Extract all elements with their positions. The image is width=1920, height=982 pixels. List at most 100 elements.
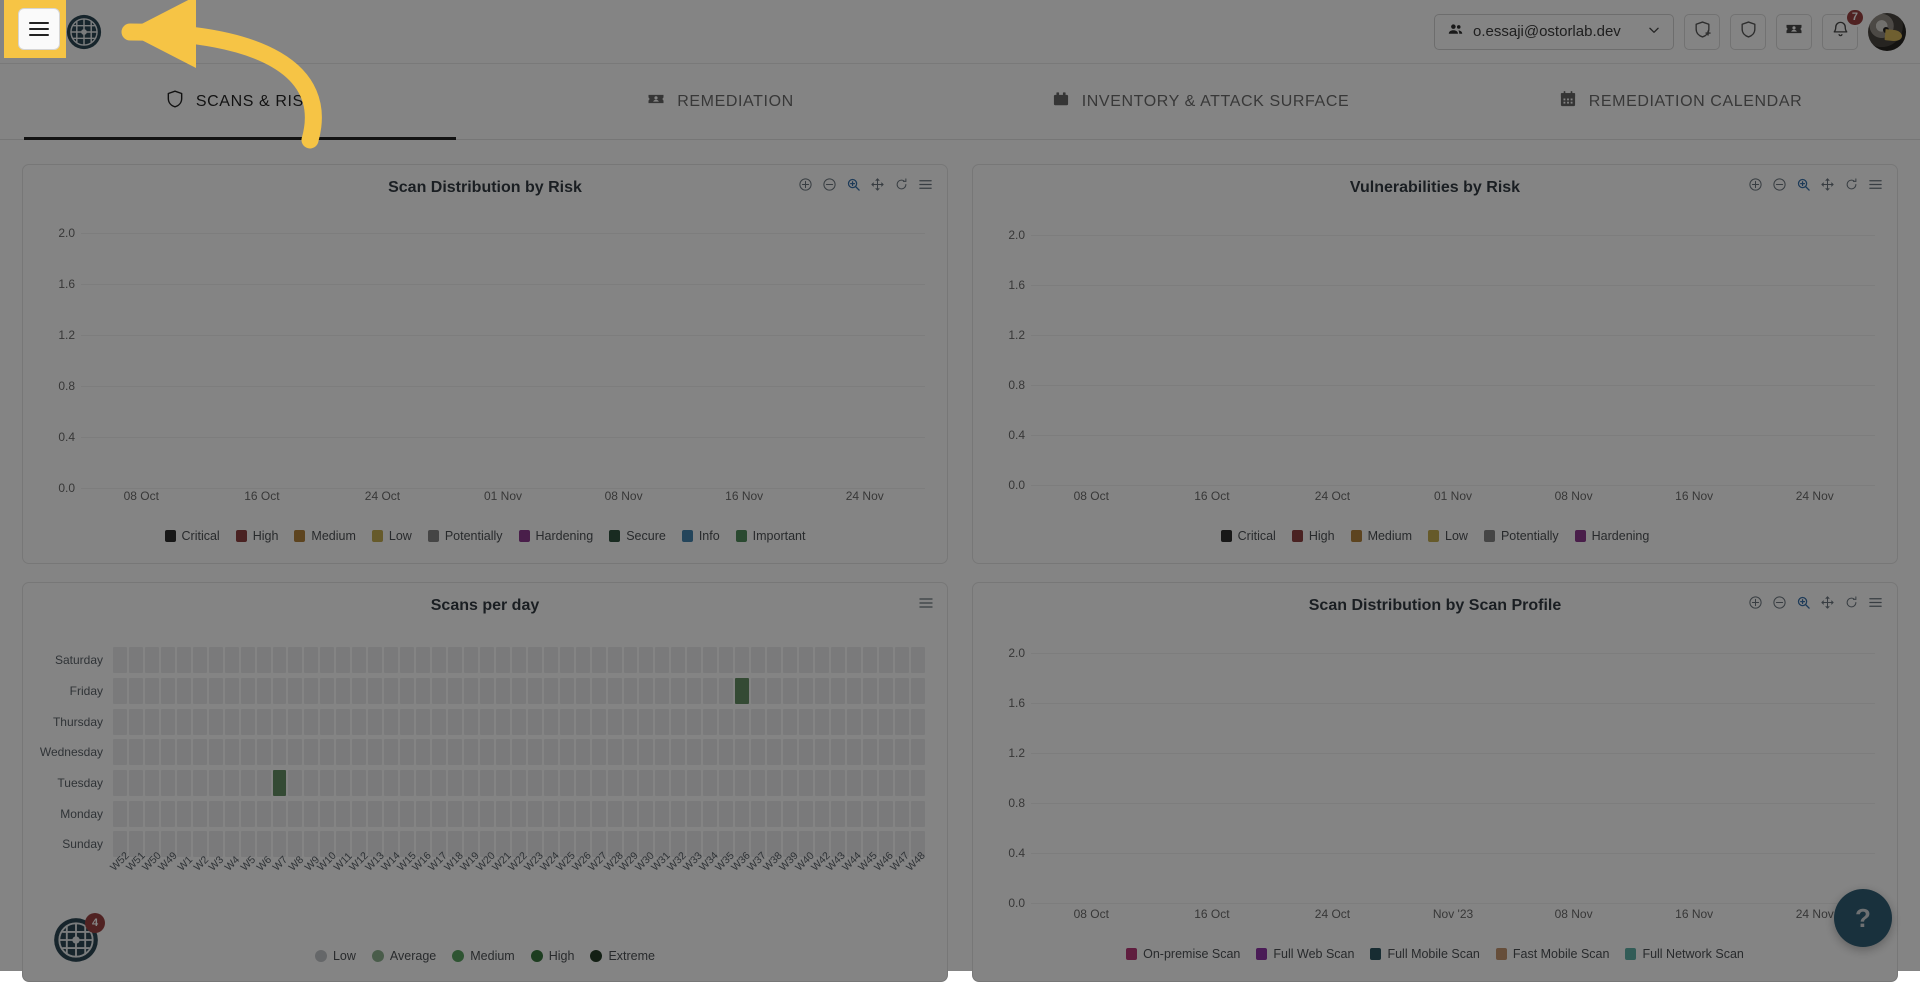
heatmap-cell[interactable] (336, 647, 350, 673)
heatmap-cell[interactable] (145, 647, 159, 673)
heatmap-cell[interactable] (416, 770, 430, 796)
heatmap-cell[interactable] (432, 801, 446, 827)
heatmap-cell[interactable] (177, 709, 191, 735)
heatmap-cell[interactable] (336, 770, 350, 796)
legend-item[interactable]: Extreme (590, 949, 655, 963)
heatmap-cell[interactable] (639, 801, 653, 827)
heatmap-cell[interactable] (320, 739, 334, 765)
heatmap-cell[interactable] (767, 678, 781, 704)
heatmap-cell[interactable] (703, 739, 717, 765)
heatmap-cell[interactable] (480, 647, 494, 673)
legend-item[interactable]: Important (736, 529, 806, 543)
heatmap-cell[interactable] (241, 831, 255, 857)
heatmap-cell[interactable] (655, 709, 669, 735)
heatmap-cell[interactable] (560, 739, 574, 765)
heatmap-cell[interactable] (432, 770, 446, 796)
heatmap-cell[interactable] (639, 739, 653, 765)
legend-item[interactable]: Low (1428, 529, 1468, 543)
heatmap-cell[interactable] (145, 678, 159, 704)
heatmap-cell[interactable] (879, 709, 893, 735)
heatmap-cell[interactable] (847, 647, 861, 673)
heatmap-cell[interactable] (863, 801, 877, 827)
heatmap-cell[interactable] (129, 739, 143, 765)
reset-zoom-icon[interactable] (894, 177, 909, 192)
legend-item[interactable]: Full Web Scan (1256, 947, 1354, 961)
heatmap-cell[interactable] (496, 709, 510, 735)
heatmap-cell[interactable] (783, 739, 797, 765)
heatmap-cell[interactable] (624, 770, 638, 796)
heatmap-cell[interactable] (177, 739, 191, 765)
heatmap-cell[interactable] (368, 801, 382, 827)
heatmap-cell[interactable] (448, 739, 462, 765)
heatmap-cell[interactable] (464, 770, 478, 796)
heatmap-cell[interactable] (320, 678, 334, 704)
heatmap-cell[interactable] (544, 801, 558, 827)
heatmap-cell[interactable] (241, 801, 255, 827)
heatmap-cell[interactable] (384, 770, 398, 796)
heatmap-cell[interactable] (304, 709, 318, 735)
heatmap-cell[interactable] (576, 647, 590, 673)
heatmap-cell[interactable] (225, 770, 239, 796)
heatmap-cell[interactable] (320, 801, 334, 827)
heatmap-cell[interactable] (177, 831, 191, 857)
heatmap-cell[interactable] (304, 770, 318, 796)
heatmap-cell[interactable] (352, 801, 366, 827)
heatmap-cell[interactable] (209, 801, 223, 827)
heatmap-cell[interactable] (480, 678, 494, 704)
heatmap-cell[interactable] (783, 801, 797, 827)
heatmap-cell[interactable] (464, 678, 478, 704)
heatmap-cell[interactable] (783, 770, 797, 796)
heatmap-cell[interactable] (288, 709, 302, 735)
heatmap-cell[interactable] (320, 647, 334, 673)
heatmap-cell[interactable] (288, 678, 302, 704)
heatmap-cell[interactable] (815, 770, 829, 796)
heatmap-cell[interactable] (209, 770, 223, 796)
heatmap-cell[interactable] (432, 709, 446, 735)
heatmap-cell[interactable] (384, 801, 398, 827)
menu-icon[interactable] (1868, 177, 1883, 192)
heatmap-cell[interactable] (496, 801, 510, 827)
menu-icon[interactable] (918, 177, 933, 192)
heatmap-cell[interactable] (225, 801, 239, 827)
heatmap-cell[interactable] (687, 647, 701, 673)
heatmap-cell[interactable] (288, 647, 302, 673)
heatmap-cell[interactable] (129, 647, 143, 673)
help-button[interactable]: ? (1834, 889, 1892, 947)
heatmap-cell[interactable] (241, 647, 255, 673)
heatmap-cell[interactable] (320, 770, 334, 796)
heatmap-cell[interactable] (161, 678, 175, 704)
heatmap-cell[interactable] (161, 647, 175, 673)
heatmap-cell[interactable] (528, 678, 542, 704)
heatmap-cell[interactable] (592, 678, 606, 704)
heatmap-cell[interactable] (400, 770, 414, 796)
heatmap-cell[interactable] (512, 770, 526, 796)
heatmap-cell[interactable] (257, 709, 271, 735)
heatmap-cell[interactable] (592, 770, 606, 796)
heatmap-cell[interactable] (480, 709, 494, 735)
heatmap-cell[interactable] (336, 801, 350, 827)
chart-plot-area[interactable]: 2.0 1.6 1.2 0.8 0.4 0.0 08 Oct 16 Oct 24… (23, 209, 947, 563)
heatmap-cell[interactable] (496, 647, 510, 673)
heatmap-cell[interactable] (288, 770, 302, 796)
heatmap-cell[interactable] (863, 770, 877, 796)
heatmap-cell[interactable] (352, 647, 366, 673)
heatmap-cell[interactable] (544, 739, 558, 765)
heatmap-cell[interactable] (831, 801, 845, 827)
heatmap-cell[interactable] (368, 709, 382, 735)
heatmap-cell[interactable] (671, 678, 685, 704)
heatmap-cell[interactable] (464, 647, 478, 673)
heatmap-cell[interactable] (113, 801, 127, 827)
legend-item[interactable]: Hardening (519, 529, 594, 543)
heatmap-cell[interactable] (512, 739, 526, 765)
heatmap-cell[interactable] (129, 678, 143, 704)
heatmap-cell[interactable] (193, 709, 207, 735)
heatmap-cell[interactable] (767, 709, 781, 735)
heatmap-cell[interactable] (735, 678, 749, 704)
heatmap-cell[interactable] (320, 709, 334, 735)
heatmap-cell[interactable] (273, 770, 287, 796)
heatmap-cell[interactable] (719, 709, 733, 735)
heatmap-cell[interactable] (241, 739, 255, 765)
pan-icon[interactable] (1820, 177, 1835, 192)
heatmap-cell[interactable] (799, 678, 813, 704)
legend-item[interactable]: Low (315, 949, 356, 963)
